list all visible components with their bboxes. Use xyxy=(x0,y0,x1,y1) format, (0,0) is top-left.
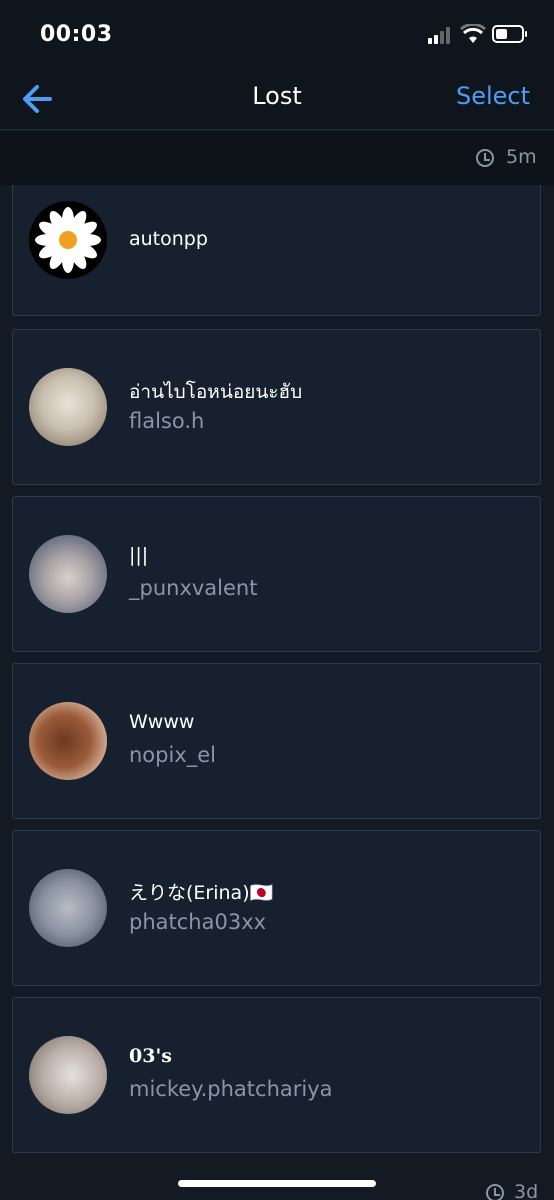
timestamp-label: 5m xyxy=(506,146,537,168)
user-display-name: อ่านไบโอหน่อยนะฮับ xyxy=(129,381,303,403)
list-item[interactable]: autonpp xyxy=(12,185,541,316)
wifi-icon xyxy=(460,24,486,43)
user-handle: phatcha03xx xyxy=(129,910,267,934)
user-display-name: autonpp xyxy=(129,228,208,250)
avatar xyxy=(29,368,107,446)
daisy-icon xyxy=(35,207,101,273)
avatar xyxy=(29,201,107,279)
list-item[interactable]: えりな(Erina)🇯🇵 phatcha03xx xyxy=(12,830,541,986)
user-handle: mickey.phatchariya xyxy=(129,1077,333,1101)
user-handle: _punxvalent xyxy=(129,576,258,600)
list-item[interactable]: 03's mickey.phatchariya xyxy=(12,997,541,1153)
status-bar: 00:03 xyxy=(0,0,554,72)
list-item[interactable]: Wwww nopix_el xyxy=(12,663,541,819)
user-handle: flalso.h xyxy=(129,409,205,433)
avatar xyxy=(29,535,107,613)
avatar xyxy=(29,1036,107,1114)
user-handle: nopix_el xyxy=(129,743,217,767)
select-button[interactable]: Select xyxy=(456,82,530,110)
clock-icon xyxy=(476,149,494,167)
battery-icon xyxy=(492,25,527,43)
back-arrow-icon[interactable] xyxy=(18,78,60,120)
list-item[interactable]: ||| _punxvalent xyxy=(12,496,541,652)
home-indicator[interactable] xyxy=(178,1180,376,1187)
clock-icon xyxy=(486,1184,504,1200)
status-time: 00:03 xyxy=(40,22,113,47)
timestamp-strip: 5m xyxy=(0,131,554,185)
avatar xyxy=(29,869,107,947)
nav-bar: Lost Select xyxy=(0,72,554,130)
user-display-name: Wwww xyxy=(129,711,195,733)
cellular-signal-icon xyxy=(428,26,454,44)
list-item[interactable]: อ่านไบโอหน่อยนะฮับ flalso.h xyxy=(12,329,541,485)
user-display-name: 03's xyxy=(129,1045,172,1067)
user-display-name: ||| xyxy=(129,544,149,566)
user-display-name: えりな(Erina)🇯🇵 xyxy=(129,882,274,904)
avatar xyxy=(29,702,107,780)
timestamp-label: 3d xyxy=(514,1181,539,1200)
